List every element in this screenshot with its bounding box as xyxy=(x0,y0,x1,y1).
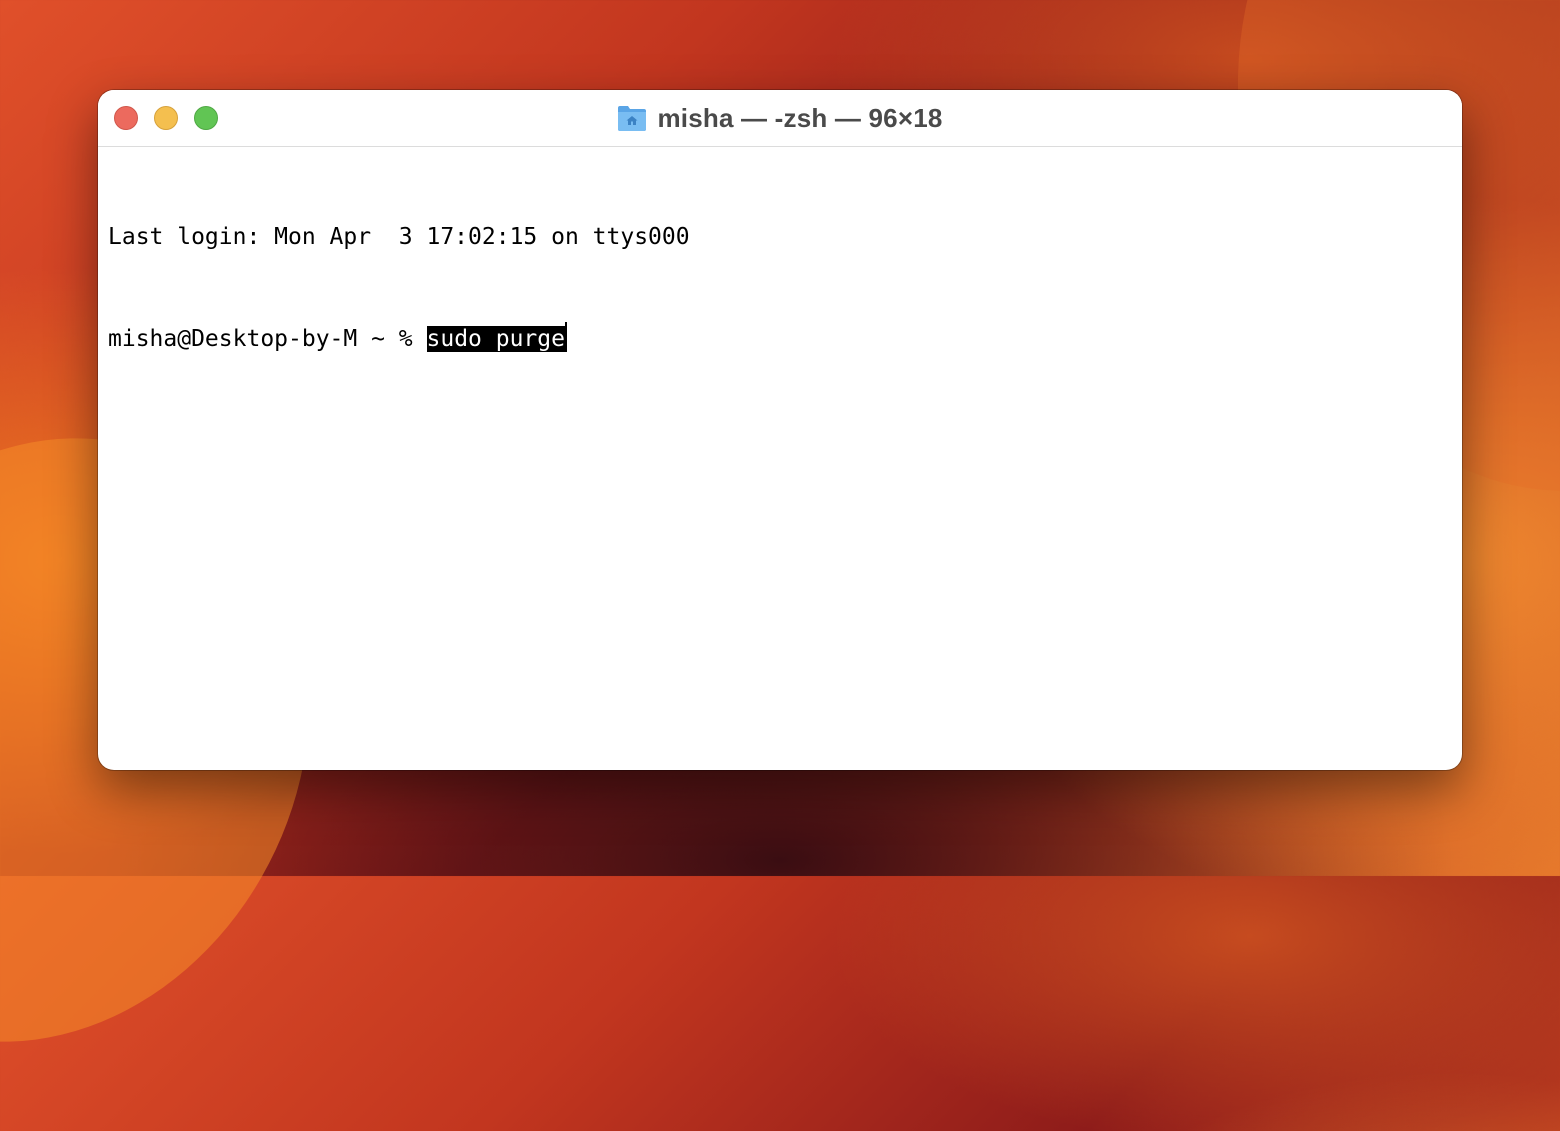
terminal-window[interactable]: misha — -zsh — 96×18 Last login: Mon Apr… xyxy=(98,90,1462,770)
last-login-line: Last login: Mon Apr 3 17:02:15 on ttys00… xyxy=(108,224,690,250)
title-bar[interactable]: misha — -zsh — 96×18 xyxy=(98,90,1462,147)
text-cursor xyxy=(564,322,567,352)
window-title-area: misha — -zsh — 96×18 xyxy=(98,102,1462,134)
home-folder-icon xyxy=(617,104,647,132)
selected-command-text[interactable]: sudo purge xyxy=(426,326,565,352)
terminal-content[interactable]: Last login: Mon Apr 3 17:02:15 on ttys00… xyxy=(108,152,1452,760)
shell-prompt: misha@Desktop-by-M ~ % xyxy=(108,326,427,352)
prompt-line[interactable]: misha@Desktop-by-M ~ % sudo purge xyxy=(108,322,1452,356)
window-title: misha — -zsh — 96×18 xyxy=(657,102,943,133)
